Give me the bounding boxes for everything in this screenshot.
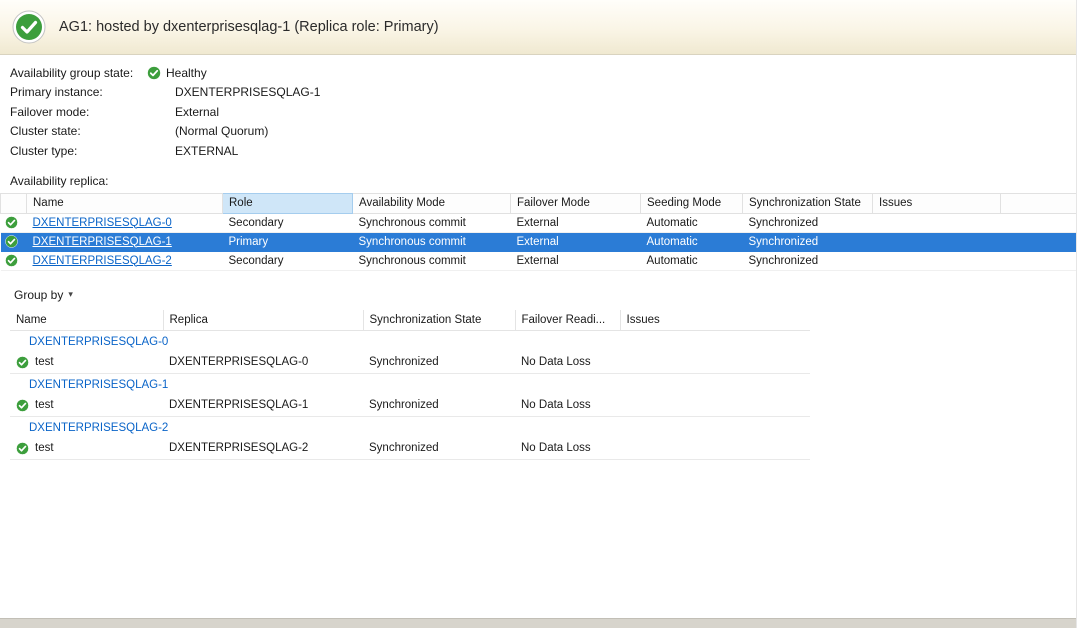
summary-row-cluster-type: Cluster type: EXTERNAL [10, 141, 1076, 161]
replica-failover-mode: External [511, 251, 641, 270]
column-header-name[interactable]: Name [10, 310, 163, 331]
dashboard-header: AG1: hosted by dxenterprisesqlag-1 (Repl… [0, 0, 1076, 55]
database-synchronization-state: Synchronized [363, 438, 515, 460]
group-state-value: Healthy [166, 66, 207, 80]
failover-mode-label: Failover mode: [10, 105, 147, 119]
column-header-issues[interactable]: Issues [873, 193, 1001, 213]
replica-availability-mode: Synchronous commit [353, 232, 511, 251]
database-group-row[interactable]: DXENTERPRISESQLAG-2 [10, 416, 810, 438]
replica-failover-mode: External [511, 232, 641, 251]
database-replica: DXENTERPRISESQLAG-0 [163, 352, 363, 374]
column-header-filler [1001, 193, 1077, 213]
column-header-synchronization-state[interactable]: Synchronization State [743, 193, 873, 213]
replica-synchronization-state: Synchronized [743, 213, 873, 232]
database-failover-readiness: No Data Loss [515, 438, 620, 460]
status-bar [0, 618, 1076, 628]
replica-healthy-icon [5, 216, 18, 229]
summary-row-primary-instance: Primary instance: DXENTERPRISESQLAG-1 [10, 83, 1076, 103]
primary-instance-value: DXENTERPRISESQLAG-1 [147, 85, 320, 99]
healthy-check-icon [147, 66, 161, 80]
database-replica: DXENTERPRISESQLAG-1 [163, 395, 363, 417]
chevron-down-icon: ▾ [68, 290, 73, 299]
column-header-role[interactable]: Role [223, 193, 353, 213]
database-group-name[interactable]: DXENTERPRISESQLAG-2 [10, 416, 810, 438]
replica-link[interactable]: DXENTERPRISESQLAG-0 [33, 217, 172, 229]
database-healthy-icon [16, 399, 29, 412]
database-table-header-row: Name Replica Synchronization State Failo… [10, 310, 810, 331]
database-healthy-icon [16, 356, 29, 369]
availability-replica-label: Availability replica: [10, 174, 1076, 188]
replica-seeding-mode: Automatic [641, 251, 743, 270]
cluster-state-value: (Normal Quorum) [147, 124, 268, 138]
database-issues [620, 395, 810, 417]
database-issues [620, 438, 810, 460]
cluster-type-label: Cluster type: [10, 144, 147, 158]
primary-instance-label: Primary instance: [10, 85, 147, 99]
database-failover-readiness: No Data Loss [515, 352, 620, 374]
column-header-issues[interactable]: Issues [620, 310, 810, 331]
replica-availability-mode: Synchronous commit [353, 213, 511, 232]
cluster-state-label: Cluster state: [10, 124, 147, 138]
group-by-label: Group by [14, 288, 63, 302]
database-group-row[interactable]: DXENTERPRISESQLAG-1 [10, 373, 810, 395]
database-synchronization-state: Synchronized [363, 395, 515, 417]
database-group-name[interactable]: DXENTERPRISESQLAG-1 [10, 373, 810, 395]
replica-issues [873, 213, 1001, 232]
cluster-type-value: EXTERNAL [147, 144, 238, 158]
replica-synchronization-state: Synchronized [743, 251, 873, 270]
database-row[interactable]: test DXENTERPRISESQLAG-0 Synchronized No… [10, 352, 810, 374]
page-title: AG1: hosted by dxenterprisesqlag-1 (Repl… [59, 19, 439, 35]
group-state-label: Availability group state: [10, 66, 147, 80]
summary-row-cluster-state: Cluster state: (Normal Quorum) [10, 122, 1076, 142]
replica-role: Secondary [223, 213, 353, 232]
column-header-replica[interactable]: Replica [163, 310, 363, 331]
database-issues [620, 352, 810, 374]
database-synchronization-state: Synchronized [363, 352, 515, 374]
database-table: Name Replica Synchronization State Failo… [10, 310, 810, 460]
availability-group-dashboard: AG1: hosted by dxenterprisesqlag-1 (Repl… [0, 0, 1077, 628]
ag-summary: Availability group state: Healthy Primar… [0, 55, 1076, 161]
column-header-seeding-mode[interactable]: Seeding Mode [641, 193, 743, 213]
summary-row-group-state: Availability group state: Healthy [10, 63, 1076, 83]
database-replica: DXENTERPRISESQLAG-2 [163, 438, 363, 460]
database-row[interactable]: test DXENTERPRISESQLAG-1 Synchronized No… [10, 395, 810, 417]
column-header-failover-readiness[interactable]: Failover Readi... [515, 310, 620, 331]
replica-row-selected[interactable]: DXENTERPRISESQLAG-1 Primary Synchronous … [1, 232, 1077, 251]
replica-issues [873, 251, 1001, 270]
replica-role: Secondary [223, 251, 353, 270]
summary-row-failover-mode: Failover mode: External [10, 102, 1076, 122]
replica-seeding-mode: Automatic [641, 213, 743, 232]
healthy-status-icon [12, 10, 46, 44]
replica-issues [873, 232, 1001, 251]
replica-role: Primary [223, 232, 353, 251]
replica-seeding-mode: Automatic [641, 232, 743, 251]
database-name: test [35, 442, 54, 454]
replica-table: Name Role Availability Mode Failover Mod… [0, 193, 1077, 271]
replica-link[interactable]: DXENTERPRISESQLAG-2 [33, 255, 172, 267]
replica-row[interactable]: DXENTERPRISESQLAG-0 Secondary Synchronou… [1, 213, 1077, 232]
replica-failover-mode: External [511, 213, 641, 232]
database-healthy-icon [16, 442, 29, 455]
replica-healthy-icon [5, 254, 18, 267]
group-by-button[interactable]: Group by ▾ [10, 286, 77, 304]
replica-availability-mode: Synchronous commit [353, 251, 511, 270]
database-name: test [35, 356, 54, 368]
replica-table-header-row: Name Role Availability Mode Failover Mod… [1, 193, 1077, 213]
column-header-failover-mode[interactable]: Failover Mode [511, 193, 641, 213]
database-group-row[interactable]: DXENTERPRISESQLAG-0 [10, 330, 810, 352]
database-failover-readiness: No Data Loss [515, 395, 620, 417]
replica-row[interactable]: DXENTERPRISESQLAG-2 Secondary Synchronou… [1, 251, 1077, 270]
failover-mode-value: External [147, 105, 219, 119]
column-header-synchronization-state[interactable]: Synchronization State [363, 310, 515, 331]
column-header-availability-mode[interactable]: Availability Mode [353, 193, 511, 213]
column-header-name[interactable]: Name [27, 193, 223, 213]
database-name: test [35, 399, 54, 411]
database-row[interactable]: test DXENTERPRISESQLAG-2 Synchronized No… [10, 438, 810, 460]
database-group-name[interactable]: DXENTERPRISESQLAG-0 [10, 330, 810, 352]
column-header-icon [1, 193, 27, 213]
replica-link[interactable]: DXENTERPRISESQLAG-1 [33, 236, 172, 248]
replica-healthy-icon [5, 235, 18, 248]
replica-synchronization-state: Synchronized [743, 232, 873, 251]
